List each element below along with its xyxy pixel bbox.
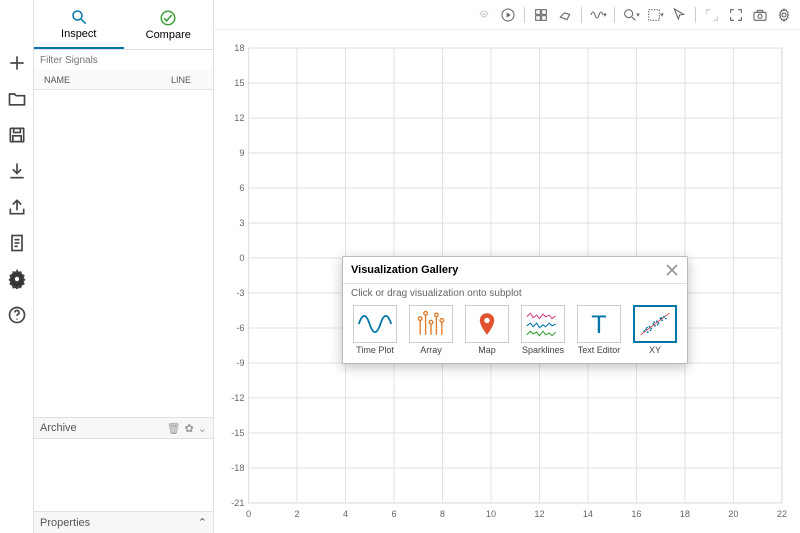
svg-text:10: 10 — [486, 509, 496, 519]
svg-text:-15: -15 — [231, 428, 244, 438]
properties-header[interactable]: Properties ⌃ — [34, 511, 213, 533]
svg-text:6: 6 — [391, 509, 396, 519]
gallery-item-xy[interactable]: XY — [629, 305, 681, 355]
chevron-down-icon[interactable]: ⌄ — [198, 422, 207, 435]
archive-gear-icon[interactable]: ✿ — [185, 422, 194, 435]
map-pin-icon — [465, 305, 509, 343]
gallery-item-array[interactable]: Array — [405, 305, 457, 355]
filter-input[interactable] — [34, 51, 213, 70]
settings-icon[interactable] — [6, 268, 28, 290]
fit-icon[interactable]: ▾ — [645, 5, 665, 25]
report-icon[interactable] — [6, 232, 28, 254]
col-name-header: NAME — [34, 75, 171, 85]
svg-text:15: 15 — [234, 78, 244, 88]
svg-text:-12: -12 — [231, 393, 244, 403]
svg-text:18: 18 — [234, 43, 244, 53]
archive-label: Archive — [40, 422, 163, 434]
properties-label: Properties — [40, 517, 198, 529]
svg-text:4: 4 — [343, 509, 348, 519]
svg-text:0: 0 — [239, 253, 244, 263]
svg-text:22: 22 — [777, 509, 787, 519]
svg-text:20: 20 — [728, 509, 738, 519]
svg-text:3: 3 — [239, 218, 244, 228]
trash-icon[interactable]: 🗑 — [167, 422, 181, 435]
text-editor-icon: T — [577, 305, 621, 343]
svg-text:12: 12 — [234, 113, 244, 123]
svg-text:T: T — [591, 311, 606, 339]
tab-inspect-label: Inspect — [61, 28, 96, 40]
sparklines-icon — [521, 305, 565, 343]
gallery-item-label: Array — [420, 345, 442, 355]
filter-row — [34, 50, 213, 70]
left-toolbar — [0, 0, 34, 533]
help-icon[interactable] — [6, 304, 28, 326]
time-plot-icon — [353, 305, 397, 343]
fingerprint-icon[interactable] — [474, 5, 494, 25]
cursor-icon[interactable] — [669, 5, 689, 25]
archive-body — [34, 439, 213, 511]
svg-text:2: 2 — [294, 509, 299, 519]
run-icon[interactable] — [498, 5, 518, 25]
clear-icon[interactable] — [555, 5, 575, 25]
fullscreen-icon[interactable] — [726, 5, 746, 25]
folder-icon[interactable] — [6, 88, 28, 110]
svg-text:0: 0 — [246, 509, 251, 519]
gallery-item-label: XY — [649, 345, 661, 355]
svg-text:-3: -3 — [236, 288, 244, 298]
svg-text:-21: -21 — [231, 498, 244, 508]
svg-text:8: 8 — [440, 509, 445, 519]
export-icon[interactable] — [6, 196, 28, 218]
gallery-item-map[interactable]: Map — [461, 305, 513, 355]
import-icon[interactable] — [6, 160, 28, 182]
svg-text:12: 12 — [534, 509, 544, 519]
col-line-header: LINE — [171, 75, 213, 85]
plot-toolbar: ▾ ▾ ▾ — [214, 0, 800, 30]
gallery-item-time-plot[interactable]: Time Plot — [349, 305, 401, 355]
gallery-item-label: Text Editor — [578, 345, 621, 355]
tab-inspect[interactable]: Inspect — [34, 0, 124, 49]
svg-text:18: 18 — [680, 509, 690, 519]
signal-table-body — [34, 90, 213, 417]
tab-compare-label: Compare — [146, 29, 191, 41]
separator — [695, 7, 696, 23]
svg-text:-9: -9 — [236, 358, 244, 368]
preferences-icon[interactable] — [774, 5, 794, 25]
svg-text:-6: -6 — [236, 323, 244, 333]
plot-area: ▾ ▾ ▾ 0 2 4 6 8 10 12 14 16 18 20 22 -21 -18 -15 -12 -9 -… — [214, 0, 800, 533]
table-header: NAME LINE — [34, 70, 213, 90]
save-icon[interactable] — [6, 124, 28, 146]
svg-text:-18: -18 — [231, 463, 244, 473]
gallery-item-label: Sparklines — [522, 345, 564, 355]
gallery-item-label: Time Plot — [356, 345, 394, 355]
svg-text:16: 16 — [631, 509, 641, 519]
separator — [524, 7, 525, 23]
gallery-item-label: Map — [478, 345, 496, 355]
gallery-item-text-editor[interactable]: T Text Editor — [573, 305, 625, 355]
tab-compare[interactable]: Compare — [124, 0, 214, 49]
svg-text:14: 14 — [583, 509, 593, 519]
archive-header[interactable]: Archive 🗑 ✿ ⌄ — [34, 417, 213, 439]
svg-text:6: 6 — [239, 183, 244, 193]
array-icon — [409, 305, 453, 343]
visualization-gallery: Visualization Gallery Click or drag visu… — [342, 256, 688, 364]
signal-panel: Inspect Compare NAME LINE Archive 🗑 ✿ ⌄ … — [34, 0, 214, 533]
layout-grid-icon[interactable] — [531, 5, 551, 25]
gallery-item-sparklines[interactable]: Sparklines — [517, 305, 569, 355]
gallery-hint: Click or drag visualization onto subplot — [343, 284, 687, 301]
add-icon[interactable] — [6, 52, 28, 74]
close-icon[interactable] — [665, 263, 679, 277]
separator — [581, 7, 582, 23]
signal-icon[interactable]: ▾ — [588, 5, 608, 25]
zoom-icon[interactable]: ▾ — [621, 5, 641, 25]
expand-icon[interactable] — [702, 5, 722, 25]
chevron-up-icon[interactable]: ⌃ — [198, 516, 207, 529]
xy-icon — [633, 305, 677, 343]
svg-text:9: 9 — [239, 148, 244, 158]
gallery-title: Visualization Gallery — [351, 264, 665, 276]
snapshot-icon[interactable] — [750, 5, 770, 25]
separator — [614, 7, 615, 23]
